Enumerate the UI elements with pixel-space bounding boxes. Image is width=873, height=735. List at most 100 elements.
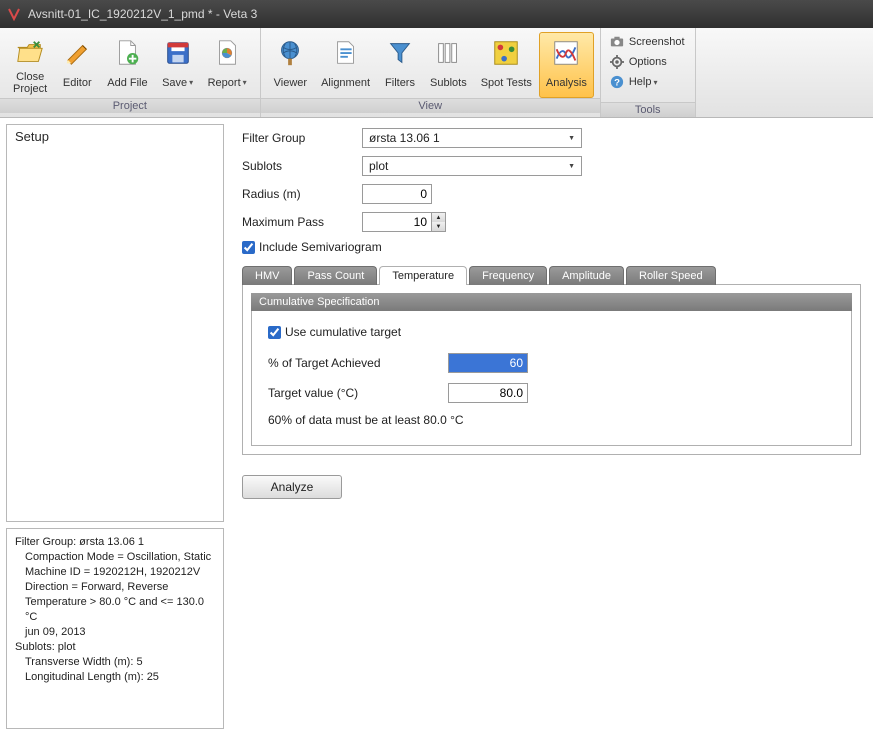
help-label: Help: [629, 76, 652, 88]
info-panel: Filter Group: ørsta 13.06 1 Compaction M…: [6, 528, 224, 729]
setup-body: [7, 148, 223, 521]
pencil-icon: [61, 37, 93, 69]
include-semivariogram-label: Include Semivariogram: [259, 240, 382, 254]
viewer-button[interactable]: Viewer: [267, 32, 314, 98]
columns-icon: [432, 37, 464, 69]
sublots-select[interactable]: plot ▼: [362, 156, 582, 176]
group-label-view: View: [261, 98, 600, 113]
tab-page-temperature: Cumulative Specification Use cumulative …: [242, 284, 861, 455]
sublots-label: Sublots: [430, 71, 467, 95]
filter-group-select[interactable]: ørsta 13.06 1 ▼: [362, 128, 582, 148]
target-value-input[interactable]: [448, 383, 528, 403]
help-icon: ?: [609, 74, 625, 90]
spot-tests-icon: [490, 37, 522, 69]
report-label: Report▾: [208, 71, 247, 95]
viewer-label: Viewer: [274, 71, 307, 95]
sublots-value: plot: [369, 159, 388, 173]
group-label-project: Project: [0, 98, 260, 113]
maxpass-spinner[interactable]: ▲ ▼: [432, 212, 446, 232]
spec-hint: 60% of data must be at least 80.0 °C: [268, 413, 835, 427]
screenshot-button[interactable]: Screenshot: [601, 32, 695, 52]
report-button[interactable]: Report▾: [201, 32, 254, 98]
pct-target-input[interactable]: [448, 353, 528, 373]
maxpass-input[interactable]: [362, 212, 432, 232]
save-icon: [162, 37, 194, 69]
folder-open-icon: [14, 37, 46, 69]
editor-label: Editor: [63, 71, 92, 95]
sublots-button[interactable]: Sublots: [423, 32, 474, 98]
window-title: Avsnitt-01_IC_1920212V_1_pmd * - Veta 3: [28, 7, 257, 21]
group-label-tools: Tools: [601, 102, 695, 117]
use-cumulative-checkbox[interactable]: Use cumulative target: [268, 325, 835, 339]
spot-tests-label: Spot Tests: [481, 71, 532, 95]
pct-target-label: % of Target Achieved: [268, 356, 448, 370]
help-button[interactable]: ? Help ▾: [601, 72, 695, 92]
content: Filter Group ørsta 13.06 1 ▼ Sublots plo…: [230, 118, 873, 735]
spec-body: Use cumulative target % of Target Achiev…: [251, 311, 852, 446]
setup-title: Setup: [7, 125, 223, 148]
tab-rollerspeed[interactable]: Roller Speed: [626, 266, 716, 285]
titlebar: Avsnitt-01_IC_1920212V_1_pmd * - Veta 3: [0, 0, 873, 28]
tab-frequency[interactable]: Frequency: [469, 266, 547, 285]
info-line: jun 09, 2013: [15, 625, 215, 640]
info-line: Direction = Forward, Reverse: [15, 580, 215, 595]
add-file-button[interactable]: Add File: [100, 32, 154, 98]
add-file-label: Add File: [107, 71, 147, 95]
main-area: Setup Filter Group: ørsta 13.06 1 Compac…: [0, 118, 873, 735]
camera-icon: [609, 34, 625, 50]
info-line: Machine ID = 1920212H, 1920212V: [15, 565, 215, 580]
ribbon-group-tools: Screenshot Options ? Help ▾ Tools: [601, 28, 696, 117]
spinner-up-icon[interactable]: ▲: [432, 213, 445, 222]
close-project-label: CloseProject: [13, 71, 47, 95]
filter-group-value: ørsta 13.06 1: [369, 131, 440, 145]
include-semivariogram-input[interactable]: [242, 241, 255, 254]
sidebar: Setup Filter Group: ørsta 13.06 1 Compac…: [0, 118, 230, 735]
setup-panel: Setup: [6, 124, 224, 522]
tab-hmv[interactable]: HMV: [242, 266, 292, 285]
use-cumulative-input[interactable]: [268, 326, 281, 339]
filter-group-label: Filter Group: [242, 131, 362, 145]
info-line: Transverse Width (m): 5: [15, 655, 215, 670]
include-semivariogram-checkbox[interactable]: Include Semivariogram: [242, 240, 861, 254]
alignment-label: Alignment: [321, 71, 370, 95]
analysis-label: Analysis: [546, 71, 587, 95]
tab-amplitude[interactable]: Amplitude: [549, 266, 624, 285]
analysis-button[interactable]: Analysis: [539, 32, 594, 98]
use-cumulative-label: Use cumulative target: [285, 325, 401, 339]
info-line: Compaction Mode = Oscillation, Static: [15, 550, 215, 565]
maxpass-label: Maximum Pass: [242, 215, 362, 229]
spot-tests-button[interactable]: Spot Tests: [474, 32, 539, 98]
save-button[interactable]: Save▾: [155, 32, 201, 98]
chevron-down-icon: ▼: [564, 163, 579, 170]
tabs: HMV Pass Count Temperature Frequency Amp…: [242, 266, 861, 285]
analysis-icon: [550, 37, 582, 69]
ribbon: CloseProject Editor Add File Save▾: [0, 28, 873, 118]
report-icon: [211, 37, 243, 69]
tab-passcount[interactable]: Pass Count: [294, 266, 377, 285]
info-line: Filter Group: ørsta 13.06 1: [15, 535, 215, 550]
options-button[interactable]: Options: [601, 52, 695, 72]
tab-temperature[interactable]: Temperature: [379, 266, 467, 285]
close-project-button[interactable]: CloseProject: [6, 32, 54, 98]
spinner-down-icon[interactable]: ▼: [432, 222, 445, 231]
screenshot-label: Screenshot: [629, 36, 685, 48]
radius-input[interactable]: [362, 184, 432, 204]
editor-button[interactable]: Editor: [54, 32, 100, 98]
filters-button[interactable]: Filters: [377, 32, 423, 98]
funnel-icon: [384, 37, 416, 69]
ribbon-group-project: CloseProject Editor Add File Save▾: [0, 28, 261, 117]
sublots-label: Sublots: [242, 159, 362, 173]
globe-icon: [274, 37, 306, 69]
file-add-icon: [111, 37, 143, 69]
alignment-button[interactable]: Alignment: [314, 32, 377, 98]
analyze-button[interactable]: Analyze: [242, 475, 342, 499]
gear-icon: [609, 54, 625, 70]
chevron-down-icon: ▼: [564, 135, 579, 142]
alignment-icon: [330, 37, 362, 69]
chevron-down-icon: ▾: [653, 78, 657, 87]
radius-label: Radius (m): [242, 187, 362, 201]
options-label: Options: [629, 56, 667, 68]
ribbon-group-view: Viewer Alignment Filters Sublots: [261, 28, 601, 117]
spec-header: Cumulative Specification: [251, 293, 852, 311]
analyze-label: Analyze: [271, 480, 314, 494]
